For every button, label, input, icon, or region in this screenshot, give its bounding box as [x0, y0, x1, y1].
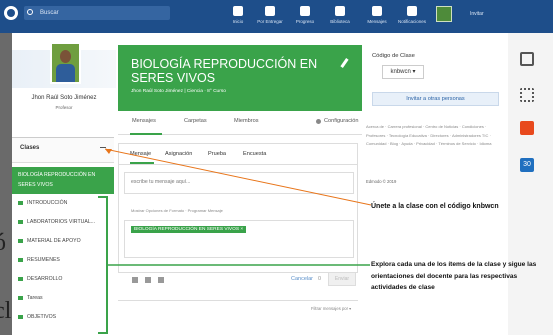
office-icon[interactable] [520, 121, 534, 135]
annotation-connector-2 [108, 264, 370, 266]
attach-file-icon[interactable] [132, 277, 138, 283]
library-icon [335, 6, 345, 16]
search-icon [27, 9, 33, 15]
library-attach-icon[interactable] [158, 277, 164, 283]
invite-others-button[interactable]: Invitar a otras personas [372, 92, 499, 106]
tab-miembros[interactable]: Miembros [234, 118, 259, 124]
nav-home-label: Inicio [232, 19, 244, 24]
classes-title: Clases [20, 145, 40, 151]
annotation-arrow-1 [105, 148, 372, 206]
gear-icon[interactable] [316, 119, 321, 124]
logo-inner [7, 9, 15, 17]
class-code-select[interactable]: knbwcn ▾ [382, 65, 424, 79]
nav-messages[interactable]: Mensajes [357, 3, 397, 31]
settings-link[interactable]: Configuración [324, 118, 359, 124]
chat-icon [372, 6, 382, 16]
invite-link[interactable]: Invitar [470, 11, 484, 17]
user-avatar[interactable] [436, 6, 452, 22]
calendar-icon [265, 6, 275, 16]
char-count: 0 [318, 276, 322, 282]
nav-messages-label: Mensajes [367, 19, 387, 24]
tab-carpetas[interactable]: Carpetas [184, 118, 207, 124]
active-class-label: BIOLOGÍA REPRODUCCIÓN EN SERES VIVOS [18, 172, 96, 188]
overlay-letter-top: ó [0, 230, 6, 256]
class-code-value: knbwcn [390, 69, 411, 75]
nav-due[interactable]: Por Entregar [250, 3, 290, 31]
search-placeholder: Buscar [40, 10, 59, 16]
filter-dropdown[interactable]: Filtrar mensajes por ▾ [311, 306, 351, 311]
send-button[interactable]: Enviar [328, 272, 356, 286]
tab-mensajes[interactable]: Mensajes [132, 118, 156, 124]
format-options-link[interactable]: Mostrar Opciones de Formato · Programar … [131, 208, 223, 213]
nav-library[interactable]: Biblioteca [320, 3, 360, 31]
search-input[interactable]: Buscar [24, 6, 170, 20]
class-title: BIOLOGÍA REPRODUCCIÓN EN SERES VIVOS [131, 57, 318, 85]
nav-notifications-label: Notificaciones [397, 19, 426, 24]
tablet-icon[interactable] [520, 52, 534, 66]
nav-notifications[interactable]: Notificaciones [392, 3, 432, 31]
nav-progress[interactable]: Progreso [285, 3, 325, 31]
bell-icon [407, 6, 417, 16]
profile-role: Profesor [55, 105, 73, 110]
progress-icon [300, 6, 310, 16]
annotation-explore: Explora cada una de los ítems de la clas… [371, 261, 537, 291]
home-icon [233, 6, 243, 16]
annotation-join-code: Únete a la clase con el código knbwcn [371, 203, 499, 210]
class-code-label: Código de Clase [372, 53, 415, 59]
nav-library-label: Biblioteca [330, 19, 350, 24]
left-edge-strip [0, 33, 12, 335]
nav-due-label: Por Entregar [257, 19, 283, 24]
overlay-letter-bottom: cl [0, 298, 12, 324]
annotation-bracket [98, 196, 108, 334]
footer-links[interactable]: Acerca de · Carrera profesional · Centro… [366, 123, 506, 149]
apps-grid-icon[interactable] [520, 88, 534, 102]
calendar-30-icon[interactable]: 30 [520, 158, 534, 172]
recipient-tag[interactable]: BIOLOGÍA REPRODUCCIÓN EN SERES VIVOS × [131, 226, 247, 233]
photo-body [56, 64, 75, 82]
attach-link-icon[interactable] [145, 277, 151, 283]
active-tab-indicator [130, 133, 162, 135]
cancel-button[interactable]: Cancelar [291, 276, 313, 282]
nav-progress-label: Progreso [295, 19, 315, 24]
profile-name[interactable]: Jhon Raúl Soto Jiménez [12, 95, 116, 101]
photo-head [60, 50, 71, 63]
class-subtitle: Jhon Raúl Soto Jiménez | Ciencia · 8° Cu… [131, 89, 226, 94]
